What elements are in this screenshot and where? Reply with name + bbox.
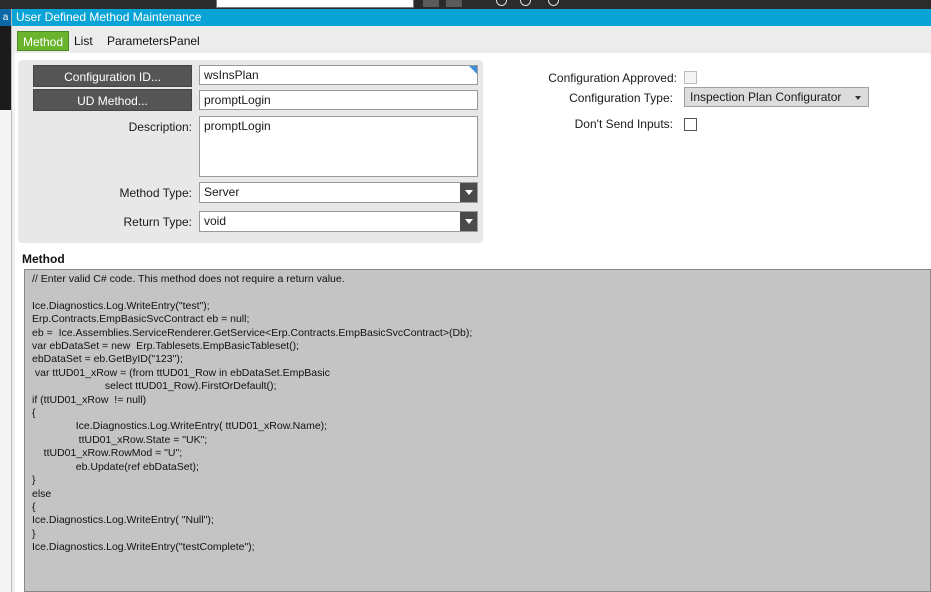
configuration-type-label: Configuration Type: [569,91,673,105]
dock-panel [0,26,11,110]
description-field[interactable]: promptLogin [199,116,478,177]
toolbar-search-input[interactable] [216,0,414,8]
toolbar-nav-button[interactable] [446,0,462,7]
configuration-type-dropdown[interactable]: Inspection Plan Configurator [684,87,869,107]
tab-list[interactable]: List [70,31,97,51]
tab-bar: Method List ParametersPanel [12,26,931,53]
method-section-title: Method [22,252,65,266]
chevron-down-icon[interactable] [460,183,477,202]
dock-tab-icon[interactable]: a [0,9,11,26]
configuration-approved-checkbox [684,71,697,84]
configuration-type-value: Inspection Plan Configurator [690,90,842,104]
method-type-value: Server [204,185,240,199]
toolbar-circle-icon[interactable] [496,0,507,6]
tab-parameters-panel[interactable]: ParametersPanel [103,31,204,51]
configuration-id-field[interactable]: wsInsPlan [199,65,478,85]
return-type-value: void [204,214,227,228]
toolbar [0,0,931,9]
ud-method-field[interactable]: promptLogin [199,90,478,110]
method-type-dropdown[interactable]: Server [199,182,478,203]
return-type-dropdown[interactable]: void [199,211,478,232]
window-title: User Defined Method Maintenance [16,10,202,24]
toolbar-circle-icon[interactable] [548,0,559,6]
left-dock-strip: a [0,9,12,592]
return-type-label: Return Type: [123,215,192,229]
configuration-id-button[interactable]: Configuration ID... [33,65,192,87]
toolbar-circle-icon[interactable] [520,0,531,6]
toolbar-nav-button[interactable] [423,0,439,7]
title-bar: User Defined Method Maintenance [0,9,931,26]
search-indicator-icon [469,66,477,74]
configuration-id-value: wsInsPlan [204,68,259,82]
dont-send-inputs-checkbox[interactable] [684,118,697,131]
dont-send-inputs-label: Don't Send Inputs: [574,117,673,131]
tab-method[interactable]: Method [17,31,70,51]
chevron-down-icon[interactable] [460,212,477,231]
ud-method-button[interactable]: UD Method... [33,89,192,111]
method-code-editor[interactable]: // Enter valid C# code. This method does… [24,269,931,592]
description-label: Description: [128,120,192,134]
configuration-approved-label: Configuration Approved: [548,71,677,85]
method-type-label: Method Type: [119,186,193,200]
